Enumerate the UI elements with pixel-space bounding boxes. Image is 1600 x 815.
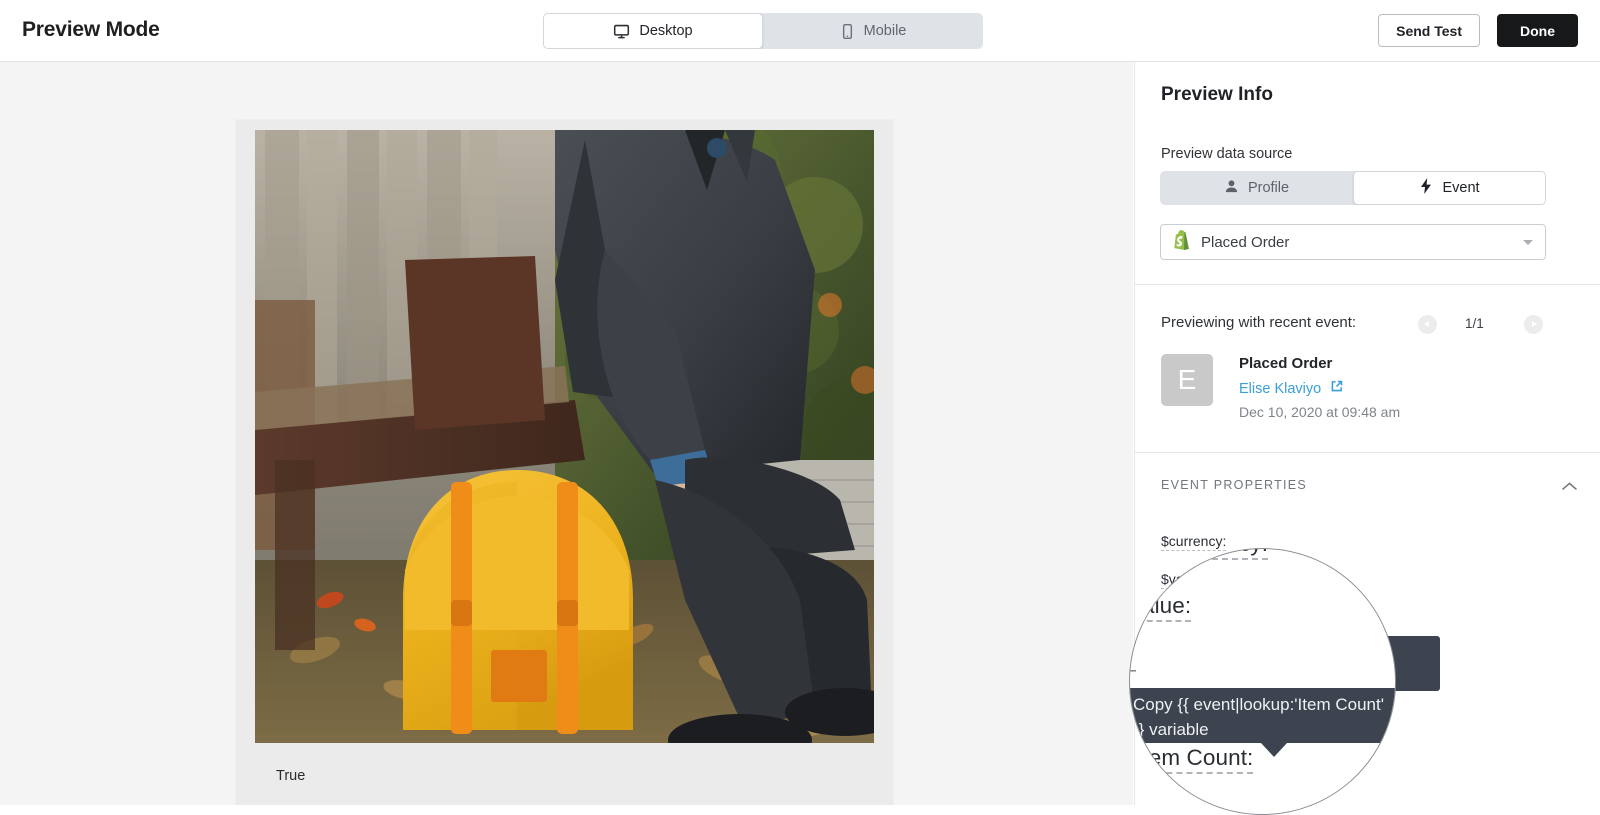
top-bar: Preview Mode Desktop Mobile Send Test Do… <box>0 0 1600 62</box>
page-title: Preview Mode <box>22 18 160 41</box>
magnified-property-row-item-count: Item Count: <box>1136 745 1254 774</box>
property-key: Items <box>1144 799 1196 815</box>
tab-mobile-label: Mobile <box>863 23 907 39</box>
event-timestamp: Dec 10, 2020 at 09:48 am <box>1239 404 1401 420</box>
chevron-left-icon <box>1418 315 1437 334</box>
magnified-property-row: $currency: <box>1162 549 1269 560</box>
event-select[interactable]: Placed Order <box>1160 224 1546 260</box>
property-row[interactable]: $currency: <box>1161 533 1227 551</box>
send-test-button[interactable]: Send Test <box>1378 14 1480 47</box>
email-card: True <box>236 120 893 805</box>
monitor-icon <box>613 23 630 40</box>
magnified-property-row: — <box>1130 659 1136 682</box>
panel-title: Preview Info <box>1161 84 1273 105</box>
tooltip-arrow <box>1261 743 1287 757</box>
event-person-label: Elise Klaviyo <box>1239 381 1322 397</box>
tab-mobile[interactable]: Mobile <box>763 13 983 49</box>
person-icon <box>1224 179 1239 198</box>
recent-event-label: Previewing with recent event: <box>1161 314 1357 331</box>
chevron-up-icon[interactable] <box>1561 479 1578 497</box>
event-name: Placed Order <box>1239 355 1333 372</box>
chevron-right-icon <box>1524 315 1543 334</box>
property-key: Item Count: <box>1136 745 1254 774</box>
bolt-icon <box>1419 178 1433 198</box>
property-key: $value: <box>1130 593 1192 622</box>
event-select-value: Placed Order <box>1201 233 1290 251</box>
tab-desktop[interactable]: Desktop <box>543 13 763 49</box>
chevron-down-icon <box>1523 240 1533 245</box>
property-key: $currency: <box>1162 549 1269 560</box>
event-pager-count: 1/1 <box>1465 316 1484 331</box>
tab-desktop-label: Desktop <box>639 23 693 39</box>
magnified-property-row: $value: <box>1130 593 1192 622</box>
device-preview-toggle[interactable]: Desktop Mobile <box>543 13 983 49</box>
email-preview-canvas: True <box>0 62 1133 805</box>
divider <box>1135 284 1600 285</box>
magnified-property-row-items: Items <box>1130 799 1196 815</box>
data-source-label: Preview data source <box>1161 146 1293 162</box>
copy-variable-tooltip: Copy {{ event|lookup:'Item Count' }} var… <box>1130 688 1395 743</box>
external-link-icon <box>1330 380 1343 397</box>
tab-profile[interactable]: Profile <box>1160 171 1353 205</box>
tab-event[interactable]: Event <box>1353 171 1546 205</box>
email-caption: True <box>276 768 306 784</box>
next-event-button[interactable] <box>1524 315 1543 334</box>
pointing-hand-cursor <box>1353 777 1379 807</box>
done-button[interactable]: Done <box>1497 14 1578 47</box>
data-source-toggle[interactable]: Profile Event <box>1160 171 1546 205</box>
tab-profile-label: Profile <box>1247 180 1290 196</box>
event-person-link[interactable]: Elise Klaviyo <box>1239 380 1343 397</box>
magnifier-content: $currency: $value: — Copy {{ event|looku… <box>1130 549 1395 815</box>
hero-image <box>255 130 874 743</box>
property-key: — <box>1130 659 1136 681</box>
magnifier-lens: $currency: $value: — Copy {{ event|looku… <box>1129 548 1396 815</box>
avatar: E <box>1161 354 1213 406</box>
divider <box>1135 452 1600 453</box>
event-properties-heading: EVENT PROPERTIES <box>1161 478 1308 492</box>
tab-event-label: Event <box>1442 180 1480 196</box>
previous-event-button[interactable] <box>1418 315 1437 334</box>
shopify-icon <box>1173 229 1191 255</box>
phone-icon <box>840 23 855 40</box>
triangle-right-icon <box>1130 804 1136 814</box>
